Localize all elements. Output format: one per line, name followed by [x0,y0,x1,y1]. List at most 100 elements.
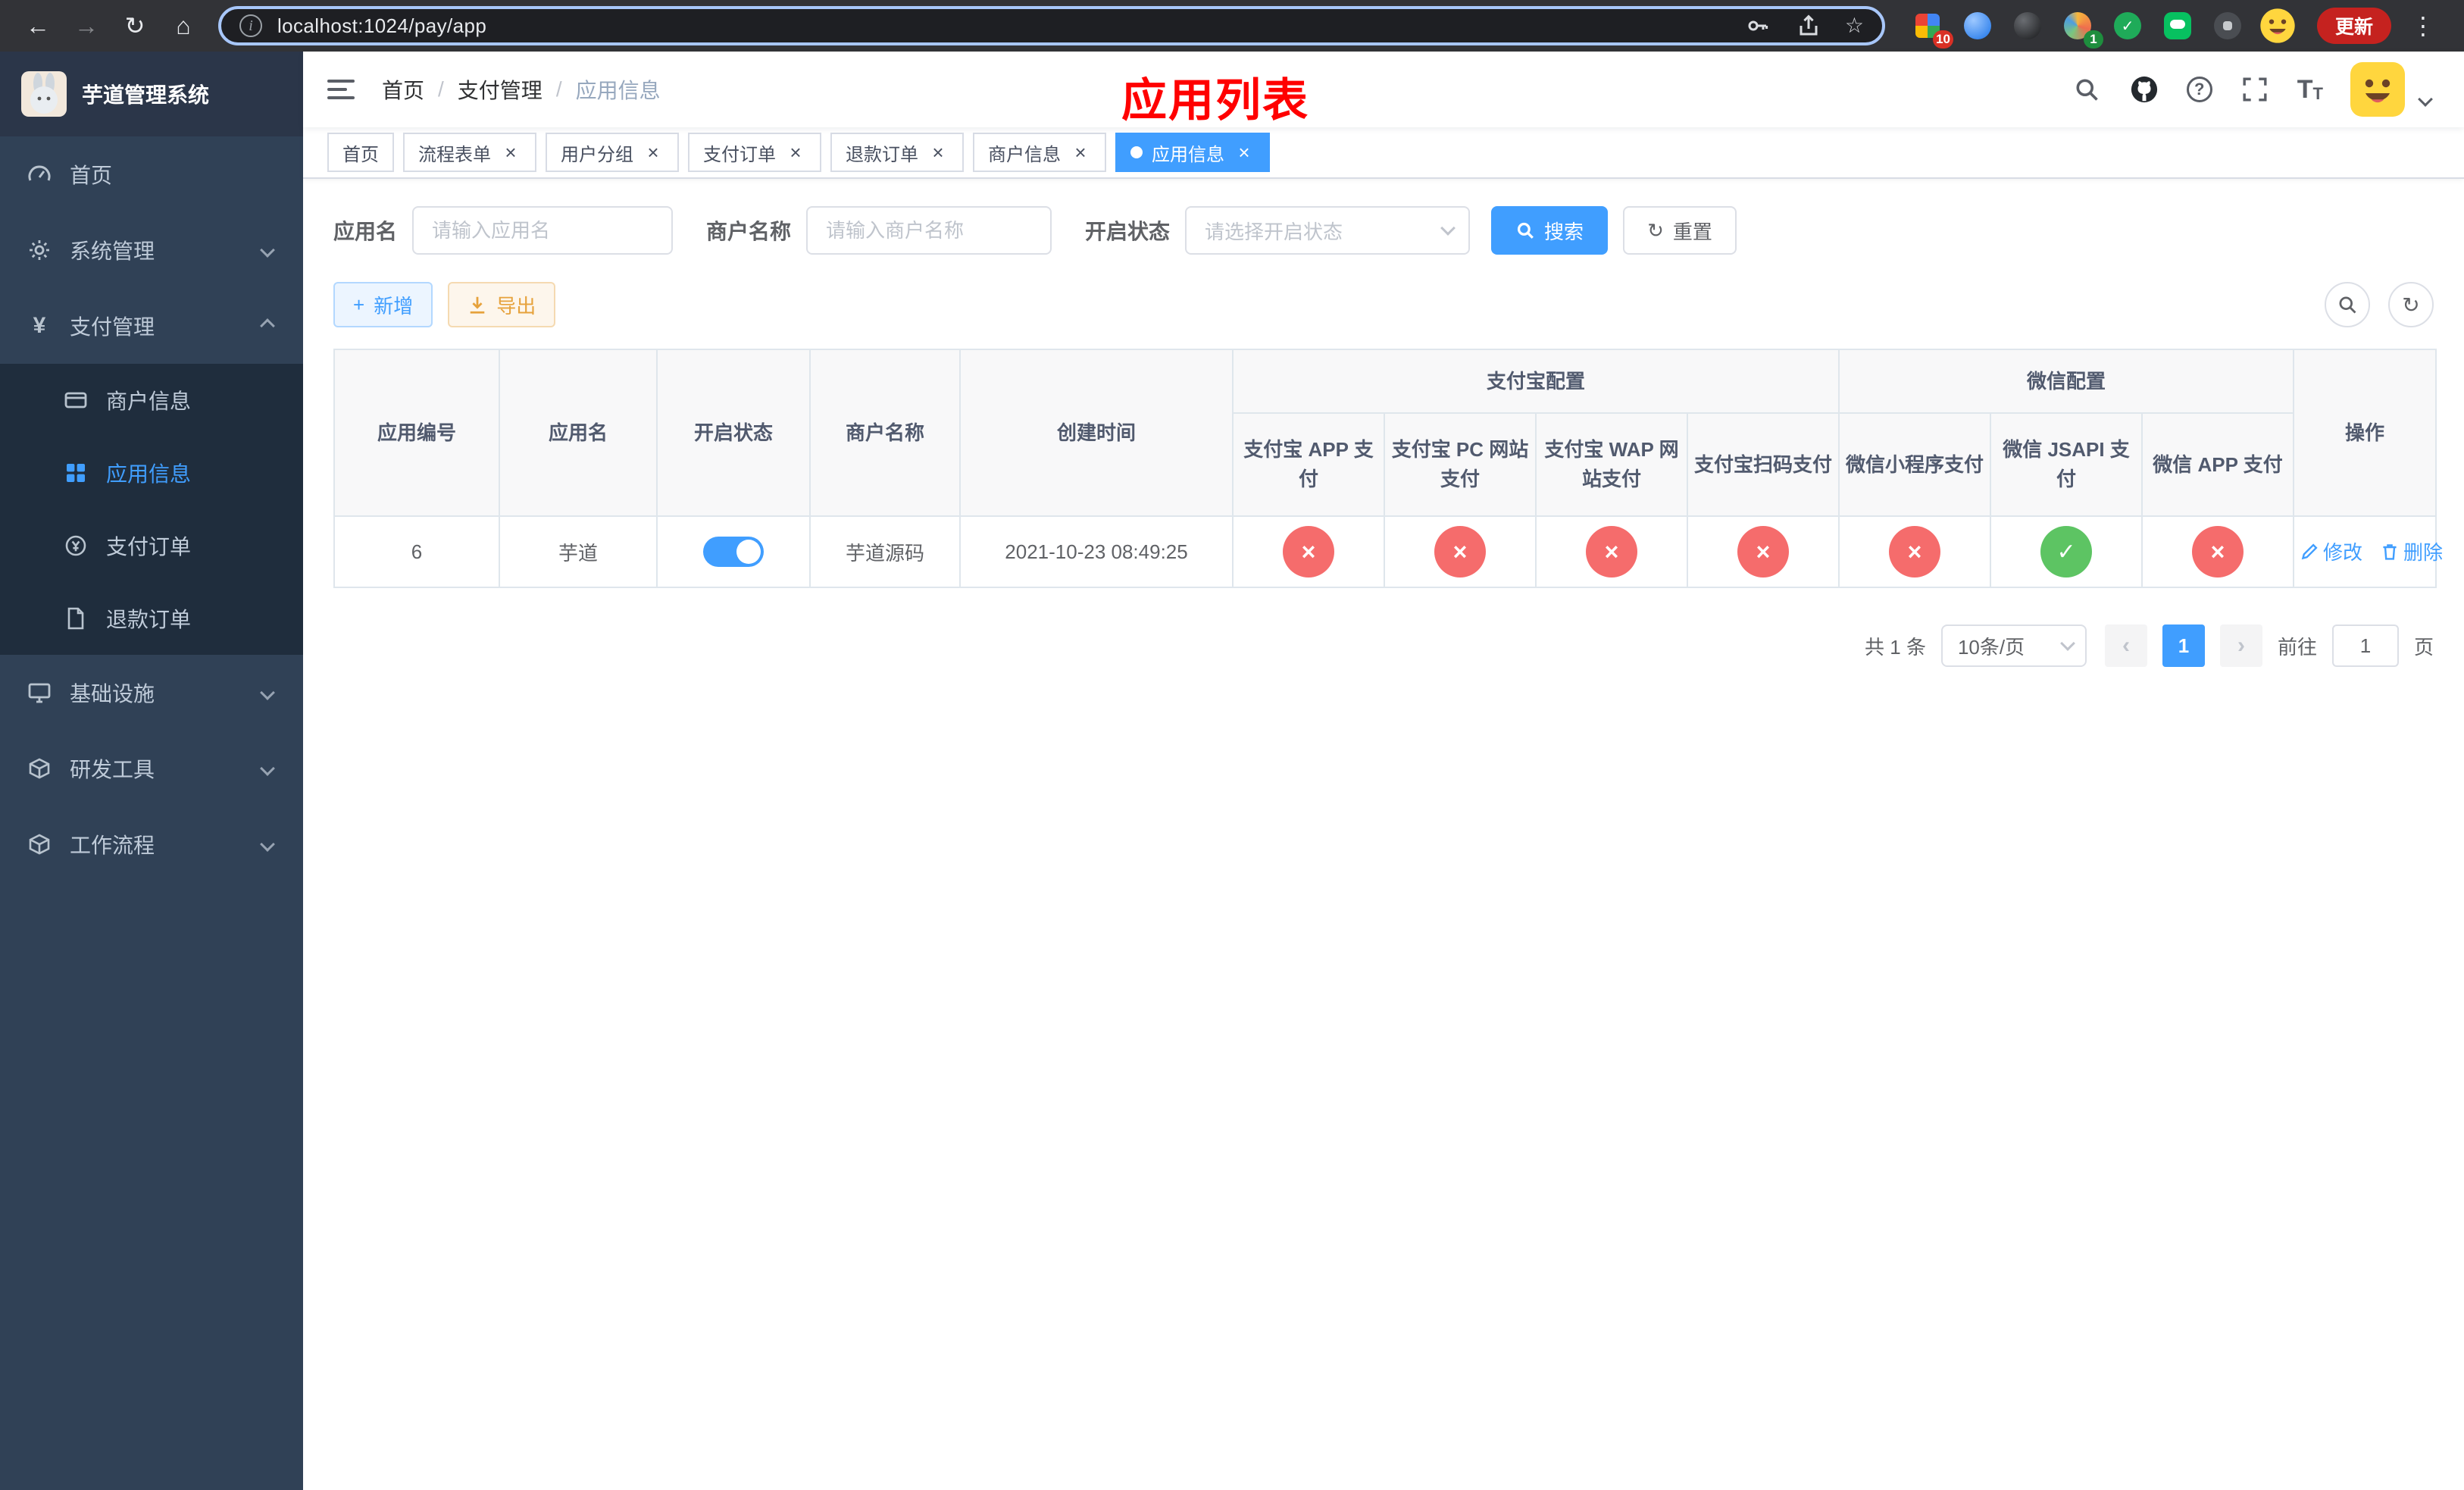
font-size-icon[interactable]: TT [2297,77,2323,102]
sidebar-item-label: 基础设施 [70,682,155,706]
extensions-grid-icon[interactable]: 10 [1909,8,1953,49]
close-icon[interactable]: × [785,142,806,163]
home-button[interactable]: ⌂ [161,3,206,49]
extension-icon-avatar[interactable]: 1 [2059,8,2103,49]
export-button[interactable]: 导出 [448,282,556,327]
breadcrumb-separator: / [438,77,444,101]
delete-link[interactable]: 删除 [2381,537,2443,565]
cell-app-id: 6 [333,515,500,588]
fullscreen-icon[interactable] [2240,74,2270,105]
breadcrumb: 首页 / 支付管理 / 应用信息 [382,74,661,105]
sidebar-item-app-info[interactable]: 应用信息 [0,437,303,509]
sidebar-item-refund-orders[interactable]: 退款订单 [0,582,303,655]
site-info-icon[interactable]: i [239,14,262,37]
extension-icon-blue[interactable] [1959,8,1996,44]
chevron-down-icon [260,837,275,852]
close-icon[interactable]: × [1070,142,1091,163]
merchant-name-input[interactable] [806,206,1052,255]
profile-avatar-icon[interactable] [2259,8,2296,44]
sidebar-item-label: 应用信息 [106,462,192,486]
sidebar-item-dev-tools[interactable]: 研发工具 [0,731,303,806]
forward-button[interactable]: → [64,3,109,49]
add-button[interactable]: + 新增 [333,282,433,327]
app-name-input[interactable] [412,206,674,255]
sidebar-item-payment[interactable]: ¥ 支付管理 [0,288,303,364]
col-header-app-id: 应用编号 [333,349,500,517]
next-page-button[interactable]: › [2219,624,2262,667]
sidebar-menu: 首页 系统管理 ¥ 支付管理 商户信息 应用信息 支付订单 退款订单 基础设施 … [0,136,303,882]
extension-icon-dark[interactable] [2009,8,2046,44]
extension-dark-glyph [2014,12,2041,39]
current-page-button[interactable]: 1 [2162,624,2205,667]
github-icon[interactable] [2129,74,2159,105]
browser-update-button[interactable]: 更新 [2317,8,2392,44]
tab-merchant-info[interactable]: 商户信息 × [973,133,1106,172]
share-icon[interactable] [1793,11,1824,41]
close-icon[interactable]: × [643,142,664,163]
user-avatar[interactable] [2350,62,2405,117]
sidebar-item-label: 首页 [70,164,113,187]
toggle-search-button[interactable] [2325,282,2370,327]
status-select[interactable]: 请选择开启状态 [1185,206,1471,255]
sidebar-header[interactable]: 芋道管理系统 [0,52,303,136]
page-size-select[interactable]: 10条/页 [1940,624,2087,667]
close-icon[interactable]: × [1234,142,1255,163]
sidebar-item-label: 支付管理 [70,315,155,339]
sidebar-item-merchant-info[interactable]: 商户信息 [0,364,303,437]
close-icon[interactable]: × [500,142,521,163]
close-icon[interactable]: × [927,142,949,163]
toggle-knob [736,540,761,564]
goto-page-input[interactable] [2331,624,2399,667]
extension-icon-green-circle[interactable] [2109,8,2146,44]
tab-process-form[interactable]: 流程表单 × [403,133,536,172]
tab-home[interactable]: 首页 [327,133,394,172]
sidebar-item-workflow[interactable]: 工作流程 [0,806,303,882]
omnibox-actions: ☆ [1742,11,1864,41]
reload-button[interactable]: ↻ [112,3,158,49]
back-button[interactable]: ← [15,3,61,49]
url-text: localhost:1024/pay/app [277,14,487,37]
edit-link[interactable]: 修改 [2300,537,2362,565]
grid-icon [64,461,88,485]
page-content: 应用名 商户名称 开启状态 请选择开启状态 搜索 ↻ 重置 [303,179,2464,1490]
wechat-app-status-icon [2192,526,2244,578]
address-bar[interactable]: i localhost:1024/pay/app ☆ [218,6,1885,45]
goto-suffix: 页 [2413,635,2434,659]
search-button-label: 搜索 [1544,220,1584,243]
col-header-alipay-app: 支付宝 APP 支付 [1232,412,1385,517]
browser-menu-button[interactable]: ⋮ [2400,3,2446,49]
col-header-status: 开启状态 [656,349,811,517]
tab-label: 首页 [342,144,379,165]
tab-user-group[interactable]: 用户分组 × [546,133,679,172]
refresh-table-button[interactable]: ↻ [2388,282,2434,327]
extension-icon-pin[interactable] [2209,8,2246,44]
sidebar-item-pay-orders[interactable]: 支付订单 [0,509,303,582]
prev-page-button[interactable]: ‹ [2104,624,2147,667]
cell-alipay-qr [1686,515,1840,588]
password-key-icon[interactable] [1742,11,1772,41]
breadcrumb-home[interactable]: 首页 [382,74,424,105]
search-icon[interactable] [2072,74,2102,105]
extension-icon-green-square[interactable] [2159,8,2196,44]
reset-button[interactable]: ↻ 重置 [1623,206,1737,255]
goto-prefix: 前往 [2277,635,2317,659]
plus-icon: + [353,293,365,316]
sidebar-toggle-icon[interactable] [327,80,355,99]
status-select-placeholder: 请选择开启状态 [1205,220,1343,243]
profile-badge: 1 [2084,30,2103,49]
sidebar-item-system[interactable]: 系统管理 [0,212,303,288]
search-button[interactable]: 搜索 [1491,206,1609,255]
tab-refund-orders[interactable]: 退款订单 × [830,133,964,172]
breadcrumb-payment[interactable]: 支付管理 [458,74,543,105]
bookmark-star-icon[interactable]: ☆ [1845,15,1864,36]
tab-app-info[interactable]: 应用信息 × [1115,133,1270,172]
extension-pin-glyph [2214,12,2241,39]
sidebar-item-infrastructure[interactable]: 基础设施 [0,655,303,731]
avatar-dropdown-icon[interactable] [2418,92,2433,107]
sidebar-item-home[interactable]: 首页 [0,136,303,212]
status-toggle[interactable] [703,537,764,567]
search-icon [2339,296,2356,314]
help-icon[interactable]: ? [2186,77,2212,102]
cell-status [656,515,811,588]
tab-pay-orders[interactable]: 支付订单 × [688,133,821,172]
